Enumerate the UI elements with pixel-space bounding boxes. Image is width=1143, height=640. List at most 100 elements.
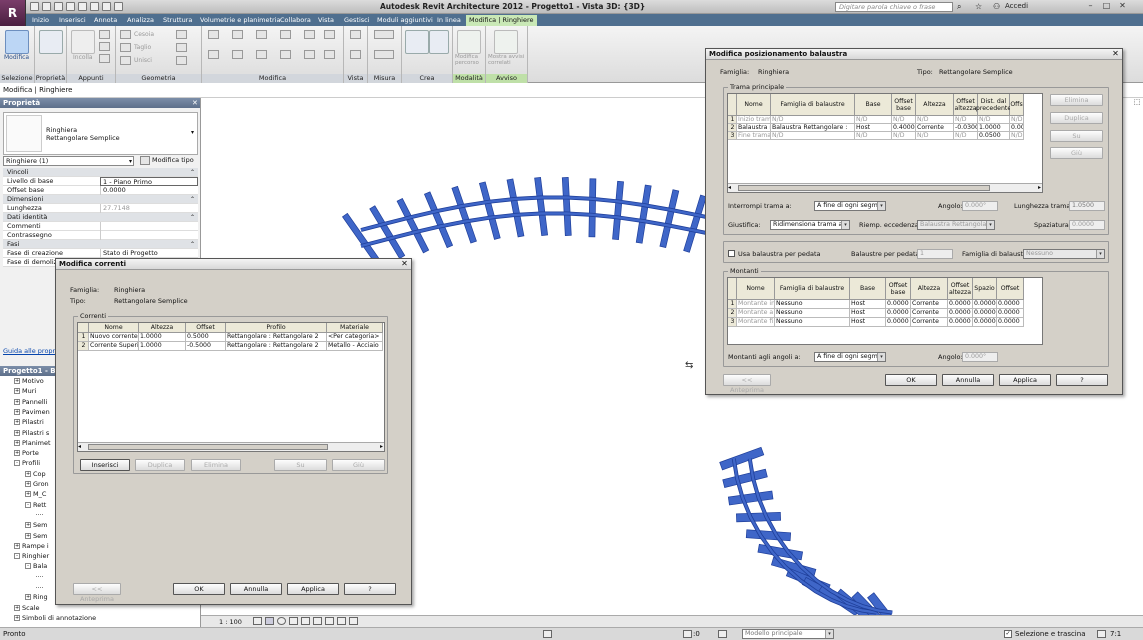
spacing-field[interactable]: 0.0000 [1069, 220, 1105, 230]
offset-icon[interactable] [232, 30, 243, 39]
table-cell[interactable]: Balaustra re [737, 124, 771, 132]
table-cell[interactable]: N/D [978, 116, 1010, 124]
expand-icon[interactable]: + [14, 388, 20, 395]
table-cell[interactable]: Montante in [737, 300, 775, 309]
table-cell[interactable]: 0.0000 [886, 318, 911, 327]
login-link[interactable]: Accedi [1005, 2, 1028, 10]
table-cell[interactable]: Nessuno [775, 300, 850, 309]
browser-tree-item[interactable]: + Sem [25, 521, 47, 530]
collapse-icon[interactable]: - [25, 501, 31, 508]
expand-icon[interactable]: + [25, 522, 31, 529]
use-baluster-per-tread-checkbox[interactable] [728, 250, 735, 257]
table-cell[interactable]: 1.0000 [139, 333, 186, 342]
tab-volumetrie[interactable]: Volumetrie e planimetria [200, 15, 281, 26]
table-cell[interactable]: Host [850, 309, 886, 318]
browser-tree-item[interactable]: + Planimet [14, 439, 51, 448]
copy-icon[interactable] [99, 30, 110, 39]
filter-funnel-icon[interactable] [1097, 630, 1106, 638]
property-value[interactable] [100, 222, 198, 231]
column-header[interactable]: Offset altezza [954, 94, 978, 116]
geometry-icon-a[interactable] [176, 30, 187, 39]
property-value[interactable]: 1 - Piano Primo [100, 177, 198, 186]
column-header[interactable]: Dist. dal precedente [976, 94, 1011, 116]
align-icon[interactable] [208, 30, 219, 39]
browser-tree-item[interactable]: - Rett [25, 501, 46, 510]
ok-button[interactable]: OK [885, 374, 937, 386]
properties-help-link[interactable]: Guida alle propr [3, 347, 55, 355]
property-value[interactable]: Stato di Progetto [100, 249, 198, 258]
table-cell[interactable]: N/D [771, 132, 855, 140]
close-icon[interactable]: ✕ [1111, 50, 1120, 59]
table-cell[interactable]: N/D [954, 116, 978, 124]
minimize-icon[interactable]: – [1085, 2, 1096, 11]
view-icon-b[interactable] [350, 50, 361, 59]
table-cell[interactable]: Host [850, 318, 886, 327]
table-cell[interactable]: N/D [771, 116, 855, 124]
column-header[interactable] [78, 323, 89, 333]
break-pattern-select[interactable]: A fine di ogni segmen ▾ [814, 201, 886, 211]
table-cell[interactable]: Corrente [911, 300, 948, 309]
reveal-hidden-icon[interactable] [349, 617, 358, 625]
expand-icon[interactable]: + [25, 594, 31, 601]
rotate-icon[interactable] [256, 50, 267, 59]
expand-icon[interactable]: + [25, 481, 31, 487]
table-cell[interactable]: <Per categoria> [327, 333, 383, 342]
table-cell[interactable]: 0.0000 [973, 309, 997, 318]
pattern-length-field[interactable]: 1.0500 [1069, 201, 1105, 211]
table-cell[interactable]: 0.0000 [997, 309, 1024, 318]
scroll-right-icon[interactable]: ▸ [1038, 184, 1041, 191]
column-header[interactable]: Famiglia di balaustre [771, 94, 855, 116]
detail-level-icon[interactable] [253, 617, 262, 625]
visual-style-icon[interactable] [265, 617, 274, 625]
browser-tree-item[interactable]: + Muri [14, 387, 36, 396]
table-cell[interactable]: Inizio trama [737, 116, 771, 124]
edit-type-button[interactable]: Modifica tipo [152, 156, 194, 165]
justify-select[interactable]: Ridimensiona trama alla ▾ [770, 220, 850, 230]
expand-icon[interactable]: + [25, 532, 31, 539]
column-header[interactable]: Nome [737, 278, 775, 300]
table-cell[interactable]: Nessuno [775, 309, 850, 318]
table-cell[interactable]: Montante a [737, 309, 775, 318]
view-icon-a[interactable] [350, 30, 361, 39]
filter-icon[interactable] [683, 630, 692, 638]
browser-tree-item[interactable]: + Ring [25, 593, 48, 602]
browser-tree-item[interactable]: + Simboli di annotazione [14, 614, 96, 623]
expand-icon[interactable]: + [25, 491, 31, 498]
column-header[interactable]: Materiale [327, 323, 383, 333]
cope-icon[interactable] [120, 30, 131, 39]
tab-struttura[interactable]: Struttura [163, 15, 192, 26]
help-button[interactable]: ? [1056, 374, 1108, 386]
browser-tree-item[interactable]: + Pilastri s [14, 429, 49, 438]
save-icon[interactable] [42, 2, 51, 11]
column-header[interactable]: Offset [997, 278, 1024, 300]
table-cell[interactable]: N/D [954, 132, 978, 140]
main-pattern-table[interactable]: Nome Famiglia di balaustre Base Offset base… [727, 93, 1043, 193]
browser-tree-item[interactable]: + Gron [25, 480, 49, 489]
expand-icon[interactable]: + [14, 542, 20, 549]
browser-tree-item[interactable]: + Scale [14, 604, 40, 613]
expand-icon[interactable]: + [14, 439, 20, 446]
open-icon[interactable] [30, 2, 39, 11]
maximize-icon[interactable]: □ [1101, 2, 1112, 11]
table-cell[interactable]: 0.000 [1010, 124, 1024, 132]
delete-button[interactable]: Elimina [191, 459, 241, 471]
column-header[interactable]: Offset base [886, 278, 911, 300]
table-cell[interactable]: N/D [855, 116, 892, 124]
3d-view-icon[interactable] [114, 2, 123, 11]
browser-tree-item[interactable]: + Pavimen [14, 408, 50, 417]
help-button[interactable]: ? [344, 583, 396, 595]
expand-icon[interactable]: + [14, 398, 20, 405]
preview-button[interactable]: << Anteprima [73, 583, 121, 603]
tab-collabora[interactable]: Collabora [280, 15, 311, 26]
tab-modifica-ringhiere[interactable]: Modifica | Ringhiere [466, 15, 537, 26]
trim-icon[interactable] [280, 50, 291, 59]
browser-tree-item[interactable] [36, 583, 45, 592]
table-cell[interactable]: 0.5000 [186, 333, 226, 342]
column-header[interactable]: Altezza [916, 94, 954, 116]
view-scale[interactable]: 1 : 100 [219, 618, 242, 626]
corner-angle-field[interactable]: 0.000° [962, 352, 998, 362]
rails-table[interactable]: Nome Altezza Offset Profilo Materiale 1 Nuovo … [77, 322, 385, 452]
tab-moduli[interactable]: Moduli aggiuntivi [377, 15, 433, 26]
expand-icon[interactable]: + [14, 450, 20, 457]
column-header[interactable]: Offset altezza [948, 278, 973, 300]
